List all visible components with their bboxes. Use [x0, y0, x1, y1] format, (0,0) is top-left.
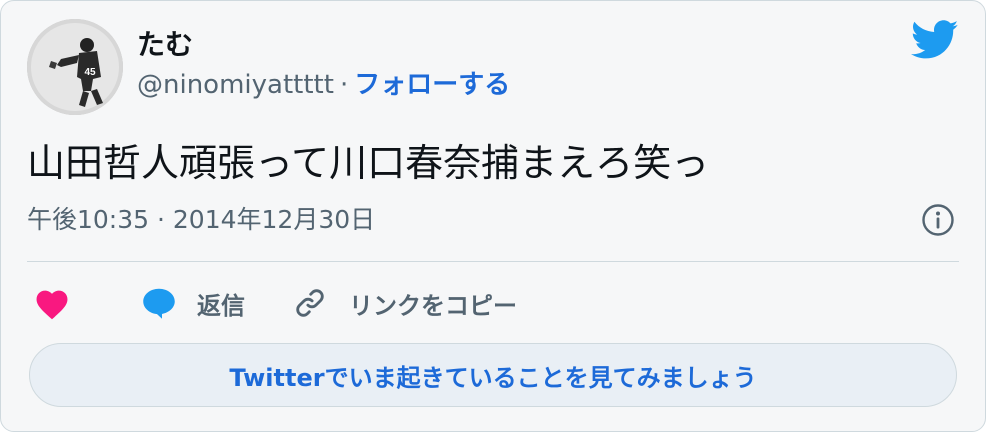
twitter-bird-icon[interactable]: [911, 19, 959, 61]
copy-link-button[interactable]: リンクをコピー: [293, 286, 517, 321]
link-icon: [296, 289, 324, 317]
info-icon[interactable]: [921, 203, 955, 237]
avatar[interactable]: 45: [27, 19, 123, 115]
svg-text:45: 45: [84, 67, 96, 78]
embedded-tweet-card: 45 たむ @ninomiyattttt · フォローする 山田哲人頑張って川口春奈…: [0, 0, 986, 432]
reply-label: 返信: [197, 291, 245, 320]
follow-button[interactable]: フォローする: [354, 70, 510, 100]
see-whats-happening-button[interactable]: Twitterでいま起きていることを見てみましょう: [29, 343, 957, 407]
speech-bubble-icon: [143, 288, 175, 319]
avatar-baseball-player-image: 45: [27, 19, 123, 115]
tweet-actions-bar: 返信 リンクをコピー: [27, 281, 517, 325]
tweet-text: 山田哲人頑張って川口春奈捕まえろ笑っ: [27, 141, 710, 185]
divider: [27, 261, 959, 262]
author-handle[interactable]: @ninomiyattttt: [137, 70, 334, 100]
author-name[interactable]: たむ: [137, 29, 193, 61]
handle-separator: ·: [339, 70, 349, 100]
reply-button[interactable]: 返信: [141, 286, 245, 321]
copy-link-label: リンクをコピー: [349, 291, 517, 320]
author-meta-row: @ninomiyattttt · フォローする: [137, 69, 510, 101]
heart-icon: [36, 290, 68, 320]
like-button[interactable]: [27, 286, 71, 320]
tweet-timestamp-link[interactable]: 午後10:35 · 2014年12月30日: [27, 203, 375, 237]
